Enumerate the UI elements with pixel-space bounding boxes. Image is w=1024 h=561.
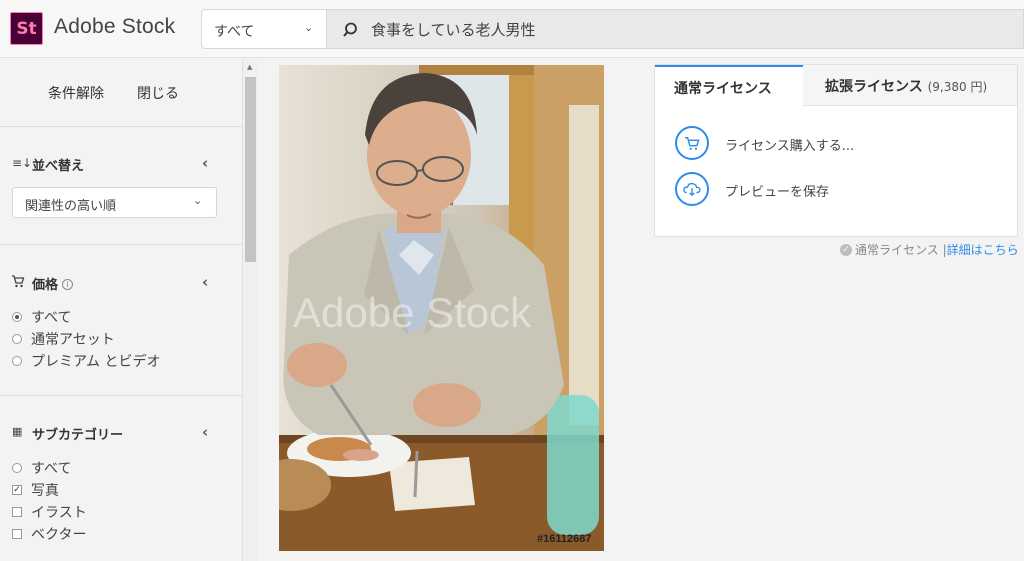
- adobe-stock-logo[interactable]: St: [10, 12, 43, 45]
- checkbox-checked[interactable]: ✓: [12, 485, 22, 495]
- tab-label: 通常ライセンス: [674, 81, 772, 97]
- radio[interactable]: [12, 356, 22, 366]
- info-icon[interactable]: i: [62, 279, 74, 290]
- checkbox[interactable]: [12, 529, 22, 539]
- license-details-link[interactable]: 詳細はこちら: [947, 243, 1019, 257]
- tab-extended-license[interactable]: 拡張ライセンス (9,380 円): [825, 76, 987, 96]
- license-note: ✓ 通常ライセンス |詳細はこちら: [840, 241, 1019, 258]
- watermark-text: Adobe Stock: [293, 289, 532, 336]
- sort-section-title[interactable]: 並べ替え: [32, 155, 84, 174]
- sort-select[interactable]: 関連性の高い順 ⌄: [12, 187, 217, 218]
- collapse-chevron-icon[interactable]: ‹: [202, 423, 208, 441]
- option-label: すべて: [31, 461, 72, 477]
- filter-sidebar: 条件解除 閉じる ≡↓ 並べ替え ‹ 関連性の高い順 ⌄ 価格 i ‹ すべて 通…: [0, 59, 243, 561]
- subcategory-option-photo[interactable]: ✓ 写真: [12, 480, 59, 499]
- subcategory-section-title[interactable]: サブカテゴリー: [32, 424, 123, 443]
- tab-label: 拡張ライセンス: [825, 79, 923, 95]
- tab-standard-license[interactable]: 通常ライセンス: [655, 65, 803, 106]
- cloud-download-icon: [675, 172, 709, 206]
- divider: [0, 395, 243, 396]
- price-option-all[interactable]: すべて: [12, 307, 72, 326]
- search-scope-label: すべて: [214, 24, 255, 40]
- cart-icon: [12, 275, 25, 288]
- subcategory-option-all[interactable]: すべて: [12, 458, 72, 477]
- radio[interactable]: [12, 334, 22, 344]
- filter-actions: 条件解除 閉じる: [0, 59, 243, 127]
- option-label: 写真: [31, 483, 59, 499]
- subcategory-option-illustration[interactable]: イラスト: [12, 502, 87, 521]
- price-option-standard[interactable]: 通常アセット: [12, 329, 115, 348]
- chevron-down-icon: ⌄: [304, 21, 314, 34]
- search-input[interactable]: [371, 18, 971, 40]
- sort-icon: ≡↓: [12, 156, 33, 170]
- brand-name[interactable]: Adobe Stock: [54, 15, 175, 39]
- option-label: プレミアム とビデオ: [31, 354, 161, 370]
- grid-icon: ▦: [12, 425, 23, 438]
- buy-license-label: ライセンス購入する...: [725, 139, 855, 154]
- scrollbar-thumb[interactable]: [245, 77, 256, 262]
- radio-selected[interactable]: [12, 312, 22, 322]
- asset-preview-image[interactable]: Adobe Stock: [279, 65, 604, 551]
- price-title-text: 価格: [32, 278, 59, 293]
- checkbox[interactable]: [12, 507, 22, 517]
- divider: [0, 244, 243, 245]
- option-label: イラスト: [31, 505, 87, 521]
- photo-illustration: Adobe Stock: [279, 65, 604, 551]
- chevron-down-icon: ⌄: [193, 194, 203, 207]
- cart-icon: [675, 126, 709, 160]
- search-scope-dropdown[interactable]: すべて ⌄: [201, 9, 326, 49]
- search-bar[interactable]: [326, 9, 1024, 49]
- scroll-up-arrow-icon[interactable]: ▲: [247, 63, 252, 71]
- search-icon[interactable]: [343, 21, 361, 39]
- radio[interactable]: [12, 463, 22, 473]
- option-label: 通常アセット: [31, 332, 115, 348]
- license-panel: 通常ライセンス 拡張ライセンス (9,380 円) ライセンス購入する... プ…: [654, 64, 1018, 237]
- option-label: すべて: [31, 310, 72, 326]
- save-preview-button[interactable]: プレビューを保存: [675, 172, 975, 208]
- extended-price: (9,380 円): [927, 80, 988, 94]
- collapse-chevron-icon[interactable]: ‹: [202, 273, 208, 291]
- save-preview-label: プレビューを保存: [725, 185, 830, 200]
- option-label: ベクター: [31, 527, 87, 543]
- top-header: St Adobe Stock すべて ⌄: [0, 0, 1024, 58]
- clear-filters-button[interactable]: 条件解除: [48, 83, 104, 103]
- sidebar-scrollbar[interactable]: ▲: [243, 59, 258, 561]
- license-tabs: 通常ライセンス 拡張ライセンス (9,380 円): [655, 65, 1017, 106]
- license-note-text: 通常ライセンス |: [855, 243, 947, 257]
- buy-license-button[interactable]: ライセンス購入する...: [675, 126, 975, 162]
- asset-id-label: #16112687: [537, 533, 592, 545]
- collapse-chevron-icon[interactable]: ‹: [202, 154, 208, 172]
- price-section-title[interactable]: 価格 i: [32, 274, 74, 293]
- close-filters-button[interactable]: 閉じる: [137, 83, 179, 103]
- check-circle-icon: ✓: [840, 243, 852, 256]
- sort-select-value: 関連性の高い順: [25, 199, 117, 214]
- price-option-premium[interactable]: プレミアム とビデオ: [12, 351, 161, 370]
- subcategory-option-vector[interactable]: ベクター: [12, 524, 87, 543]
